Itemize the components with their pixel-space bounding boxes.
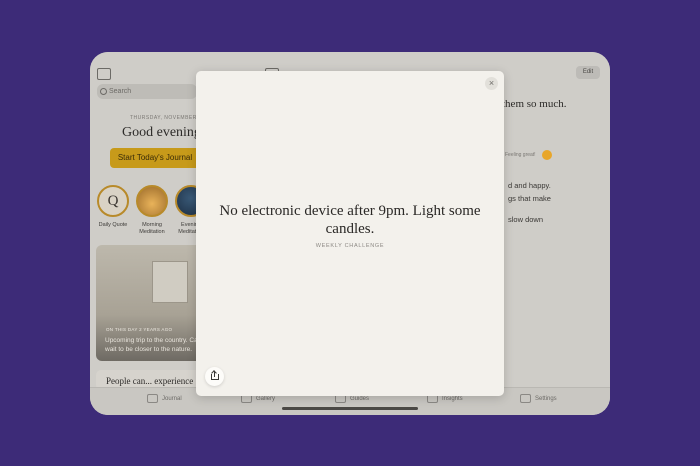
calendar-icon[interactable] — [97, 68, 111, 80]
tab-settings[interactable]: Settings — [520, 394, 557, 403]
search-placeholder: Search — [109, 88, 132, 95]
feeling-label: Feeling great! — [505, 152, 536, 158]
edit-button[interactable]: Edit — [576, 66, 600, 79]
entry-line: slow down — [508, 215, 544, 224]
greeting-title: Good evening, — [122, 125, 205, 140]
memory-text: Upcoming trip to the country. Can't wait… — [105, 336, 204, 354]
entry-line: gs that make — [508, 194, 551, 203]
close-icon: × — [488, 78, 495, 88]
quote-preview-text: People can... experience — [106, 376, 194, 386]
challenge-tag: WEEKLY CHALLENGE — [315, 243, 385, 249]
morning-meditation-circle[interactable] — [136, 185, 168, 217]
tab-journal[interactable]: Journal — [147, 394, 182, 403]
challenge-text: No electronic device after 9pm. Light so… — [219, 203, 481, 237]
entry-line: d and happy. — [508, 181, 551, 190]
smile-icon — [542, 150, 552, 160]
weekly-challenge-modal: × No electronic device after 9pm. Light … — [196, 71, 504, 396]
search-icon — [100, 88, 107, 95]
tab-label: Gallery — [256, 396, 276, 403]
entry-heading: them so much. — [502, 98, 567, 110]
close-button[interactable]: × — [485, 77, 498, 90]
morning-meditation-label: Morning Meditation — [139, 222, 165, 235]
settings-icon — [520, 394, 531, 403]
tab-label: Guides — [350, 396, 370, 403]
start-journal-button[interactable]: Start Today's Journal — [110, 148, 200, 168]
search-input[interactable]: Search — [97, 84, 197, 99]
memory-text-line: Upcoming trip to the country. Can't — [105, 337, 204, 344]
tab-label: Journal — [162, 396, 182, 403]
home-indicator[interactable] — [282, 407, 418, 410]
daily-quote-label: Daily Quote — [98, 222, 128, 228]
memory-tag: ON THIS DAY 2 YEARS AGO — [106, 327, 173, 332]
tab-label: Settings — [535, 396, 557, 403]
date-label: THURSDAY, NOVEMBER 9 — [130, 115, 203, 121]
journal-icon — [147, 394, 158, 403]
tab-label: Insights — [442, 396, 463, 403]
share-button[interactable] — [205, 367, 224, 386]
daily-quote-circle[interactable]: Q — [97, 185, 129, 217]
memory-photo — [152, 261, 188, 303]
memory-card[interactable]: ON THIS DAY 2 YEARS AGO Upcoming trip to… — [96, 245, 204, 361]
memory-text-line: wait to be closer to the nature. — [105, 346, 193, 353]
